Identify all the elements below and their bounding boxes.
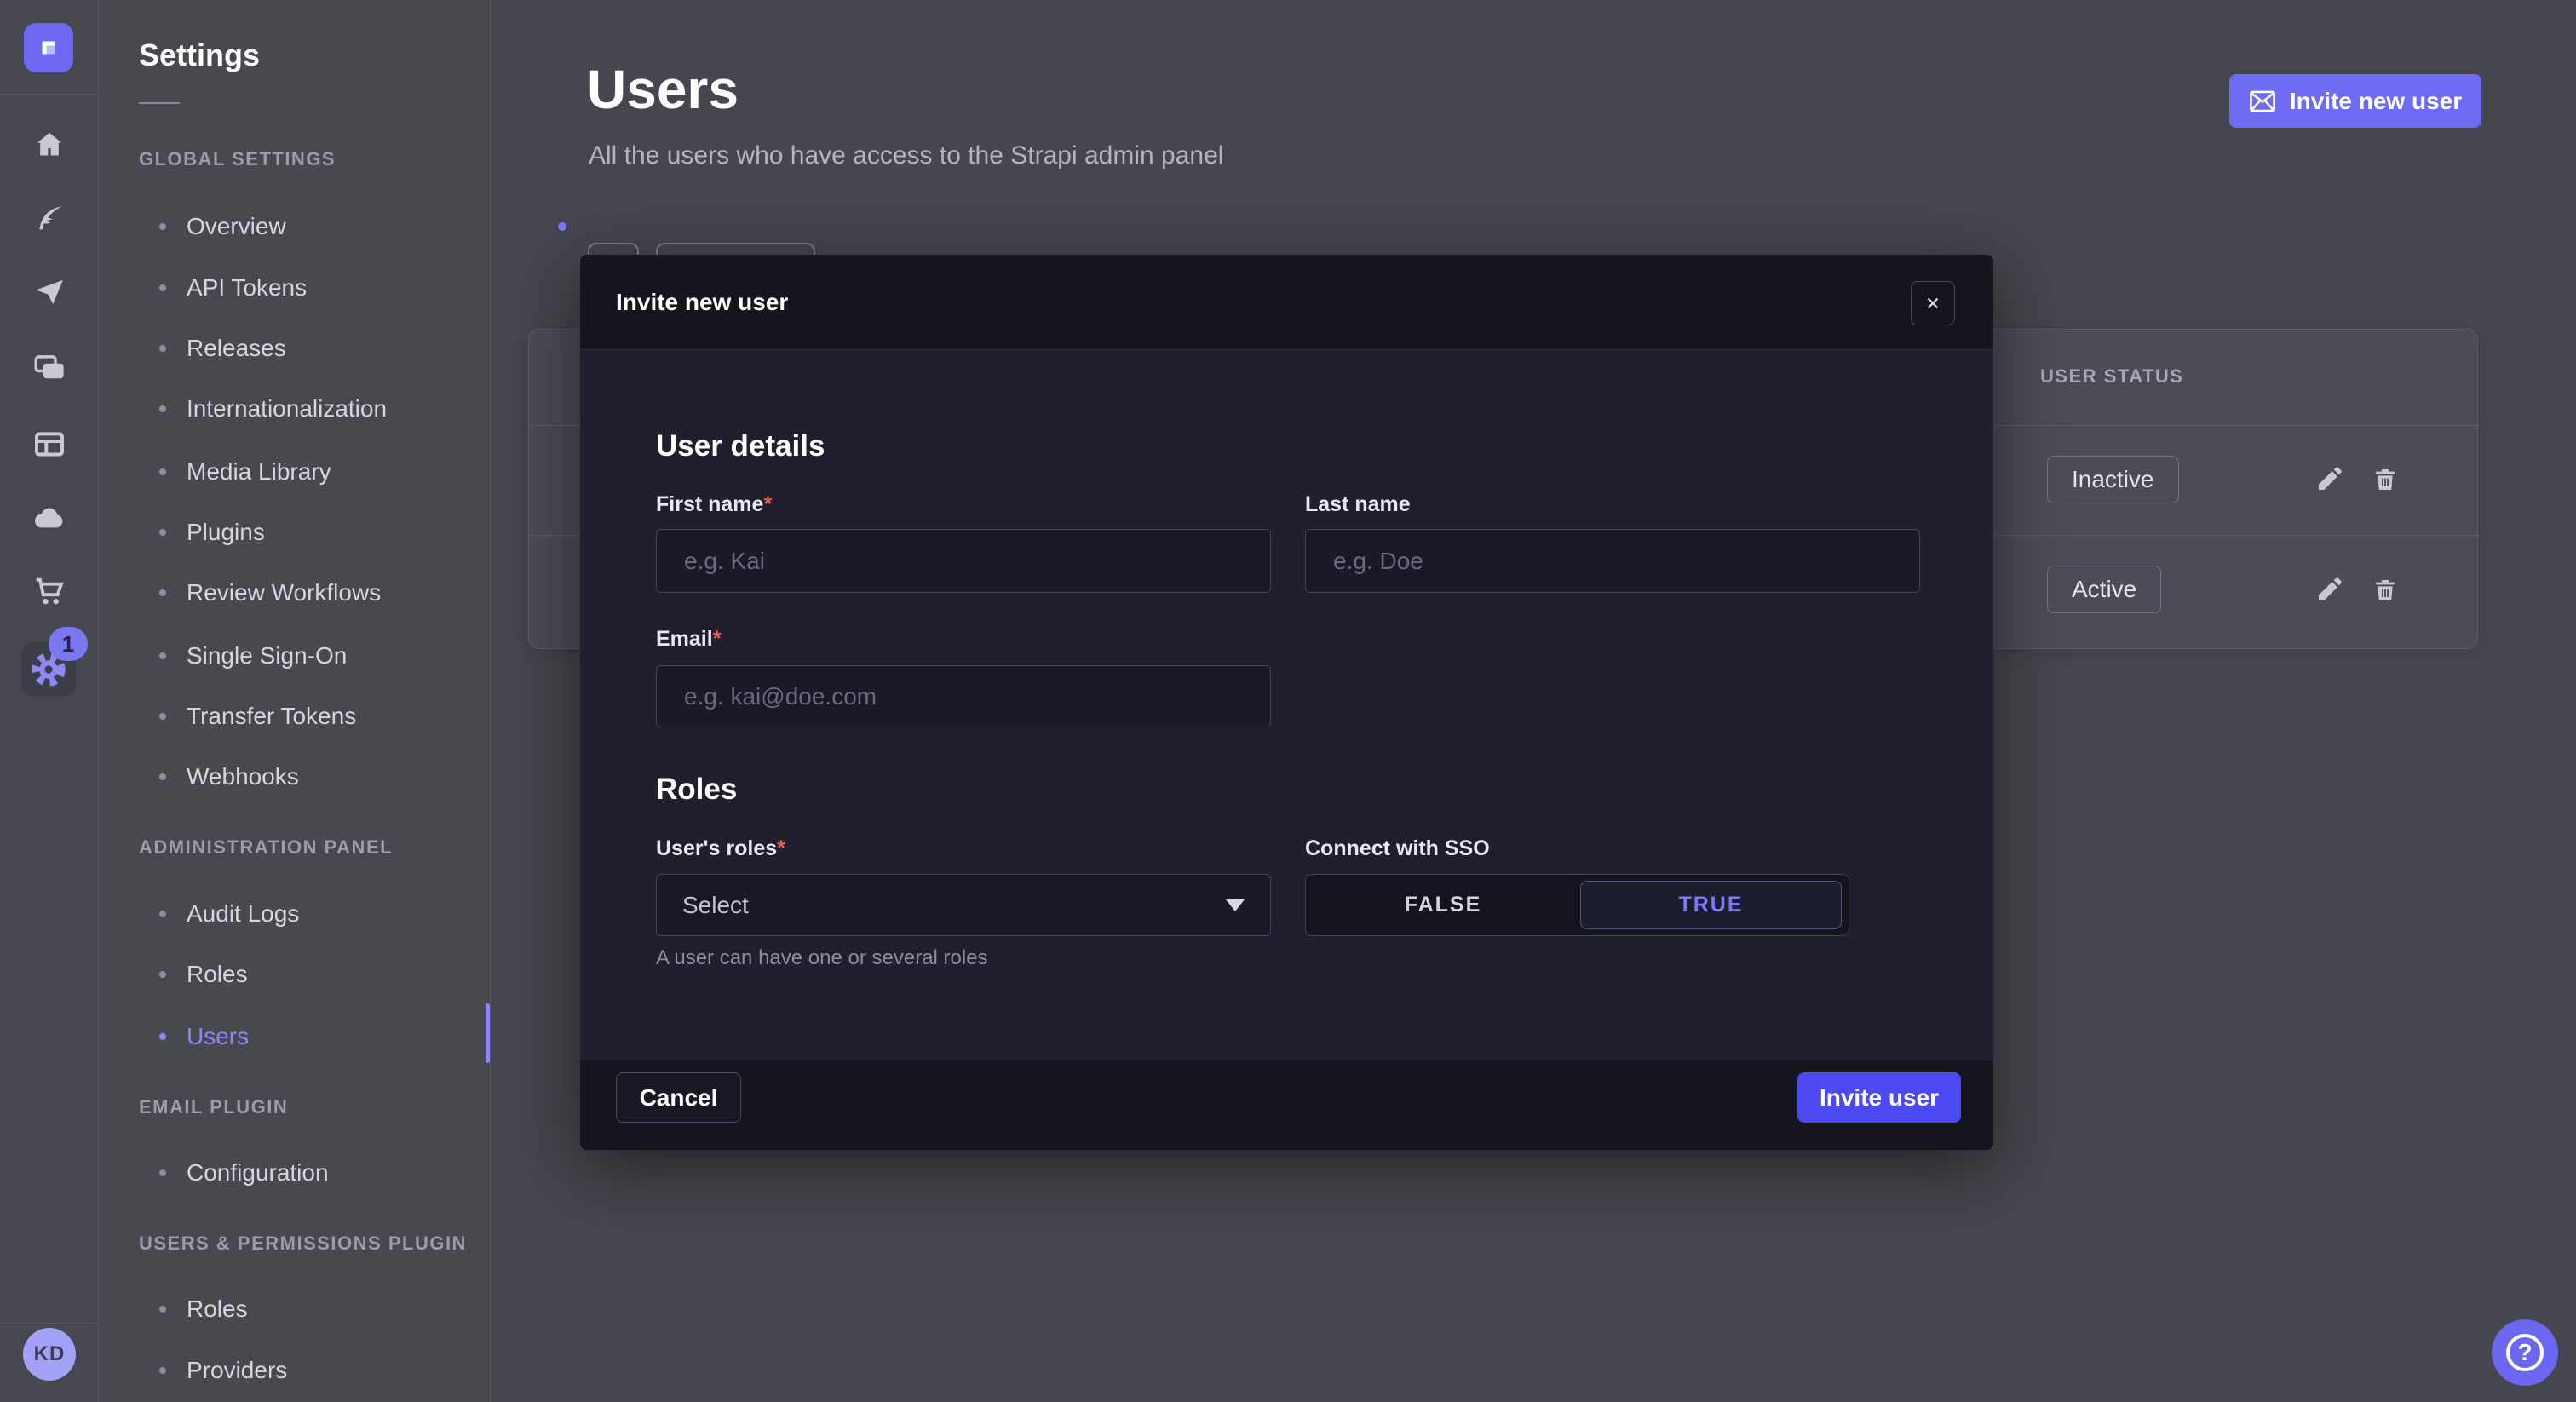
- envelope-icon: [2249, 90, 2276, 112]
- bullet-icon: [159, 468, 166, 475]
- settings-sidebar: Settings GLOBAL SETTINGS Overview API To…: [100, 0, 491, 1402]
- layout-card-icon[interactable]: [0, 425, 99, 463]
- roles-hint: A user can have one or several roles: [656, 946, 988, 970]
- bullet-icon: [159, 529, 166, 536]
- chevron-down-icon: [1226, 899, 1245, 911]
- bullet-icon: [159, 405, 166, 412]
- roles-select-value: Select: [682, 892, 1226, 919]
- sso-true-option[interactable]: TRUE: [1580, 881, 1842, 929]
- icon-rail: 1 KD: [0, 0, 99, 1402]
- sidebar-item-review-workflows[interactable]: Review Workflows: [159, 574, 381, 612]
- modal-title: Invite new user: [616, 255, 788, 350]
- sidebar-item-users-active[interactable]: Users: [159, 1018, 249, 1055]
- delete-trash-icon[interactable]: [2366, 572, 2404, 609]
- first-name-label: First name*: [656, 492, 772, 517]
- strapi-logo-icon[interactable]: [24, 23, 73, 72]
- status-badge: Inactive: [2047, 456, 2179, 503]
- bullet-icon: [159, 345, 166, 352]
- bullet-icon: [159, 1033, 166, 1040]
- edit-pencil-icon[interactable]: [2310, 572, 2348, 609]
- sidebar-item-plugins[interactable]: Plugins: [159, 514, 265, 551]
- page-subtitle: All the users who have access to the Str…: [589, 141, 1223, 170]
- bullet-icon: [159, 1367, 166, 1374]
- sidebar-item-up-roles[interactable]: Roles: [159, 1290, 248, 1328]
- sso-false-option[interactable]: FALSE: [1306, 875, 1580, 935]
- roles-heading: Roles: [656, 773, 737, 807]
- bullet-icon: [159, 284, 166, 291]
- sidebar-item-audit-logs[interactable]: Audit Logs: [159, 895, 299, 933]
- users-roles-label: User's roles*: [656, 836, 785, 861]
- sidebar-title-divider: [139, 102, 180, 104]
- status-badge: Active: [2047, 566, 2161, 613]
- edit-pencil-icon[interactable]: [2310, 461, 2348, 498]
- bullet-icon: [159, 911, 166, 917]
- modal-header: Invite new user: [580, 255, 1993, 350]
- sidebar-item-providers[interactable]: Providers: [159, 1352, 287, 1389]
- sidebar-item-configuration[interactable]: Configuration: [159, 1154, 329, 1192]
- bullet-icon: [159, 652, 166, 659]
- sso-toggle: FALSE TRUE: [1305, 874, 1849, 936]
- rail-divider-bottom: [0, 1323, 99, 1324]
- email-input[interactable]: [656, 665, 1271, 727]
- sidebar-item-single-sign-on[interactable]: Single Sign-On: [159, 637, 347, 675]
- required-asterisk: *: [713, 627, 722, 651]
- close-icon: [1923, 293, 1943, 313]
- connect-sso-label: Connect with SSO: [1305, 836, 1490, 861]
- first-name-input[interactable]: [656, 529, 1271, 593]
- modal-footer: Cancel Invite user: [580, 1060, 1993, 1150]
- help-button[interactable]: ?: [2492, 1319, 2558, 1386]
- sidebar-item-releases[interactable]: Releases: [159, 330, 286, 367]
- sidebar-item-internationalization[interactable]: Internationalization: [159, 390, 387, 428]
- user-details-heading: User details: [656, 429, 825, 463]
- invite-user-button[interactable]: Invite user: [1797, 1072, 1961, 1123]
- delete-trash-icon[interactable]: [2366, 461, 2404, 498]
- media-images-icon[interactable]: [0, 349, 99, 387]
- roles-select[interactable]: Select: [656, 874, 1271, 936]
- sidebar-scrollbar-thumb[interactable]: [486, 1003, 490, 1063]
- home-icon[interactable]: [0, 126, 99, 164]
- overview-notification-dot: [558, 222, 566, 231]
- avatar[interactable]: KD: [23, 1328, 76, 1381]
- bullet-icon: [159, 589, 166, 596]
- content-feather-icon[interactable]: [0, 200, 99, 238]
- bullet-icon: [159, 713, 166, 720]
- section-email-plugin: EMAIL PLUGIN: [139, 1089, 288, 1126]
- send-plane-icon[interactable]: [0, 273, 99, 311]
- rail-divider: [0, 94, 99, 95]
- settings-notification-badge: 1: [49, 627, 88, 661]
- page-title: Users: [587, 58, 739, 121]
- sidebar-item-media-library[interactable]: Media Library: [159, 453, 331, 491]
- sidebar-item-overview[interactable]: Overview: [159, 208, 286, 245]
- email-label: Email*: [656, 627, 721, 652]
- bullet-icon: [159, 223, 166, 230]
- sidebar-item-api-tokens[interactable]: API Tokens: [159, 269, 307, 307]
- user-status-column-header: USER STATUS: [2040, 365, 2183, 388]
- cancel-button[interactable]: Cancel: [616, 1072, 741, 1123]
- marketplace-cart-icon[interactable]: [0, 572, 99, 610]
- bullet-icon: [159, 773, 166, 780]
- last-name-input[interactable]: [1305, 529, 1920, 593]
- required-asterisk: *: [763, 492, 772, 516]
- section-users-permissions-plugin: USERS & PERMISSIONS PLUGIN: [139, 1225, 467, 1262]
- last-name-label: Last name: [1305, 492, 1411, 517]
- bullet-icon: [159, 1306, 166, 1313]
- sidebar-item-webhooks[interactable]: Webhooks: [159, 758, 299, 796]
- bullet-icon: [159, 1169, 166, 1176]
- cloud-icon[interactable]: [0, 499, 99, 537]
- invite-new-user-button[interactable]: Invite new user: [2229, 74, 2481, 128]
- section-global-settings: GLOBAL SETTINGS: [139, 141, 336, 178]
- invite-new-user-label: Invite new user: [2290, 88, 2462, 115]
- sidebar-item-roles[interactable]: Roles: [159, 956, 248, 993]
- question-mark-icon: ?: [2506, 1334, 2544, 1371]
- sidebar-item-transfer-tokens[interactable]: Transfer Tokens: [159, 698, 356, 735]
- sidebar-title: Settings: [139, 37, 260, 73]
- invite-new-user-modal: Invite new user User details First name*…: [580, 255, 1993, 1150]
- required-asterisk: *: [777, 836, 785, 860]
- bullet-icon: [159, 971, 166, 978]
- section-administration-panel: ADMINISTRATION PANEL: [139, 829, 393, 866]
- close-button[interactable]: [1911, 281, 1955, 325]
